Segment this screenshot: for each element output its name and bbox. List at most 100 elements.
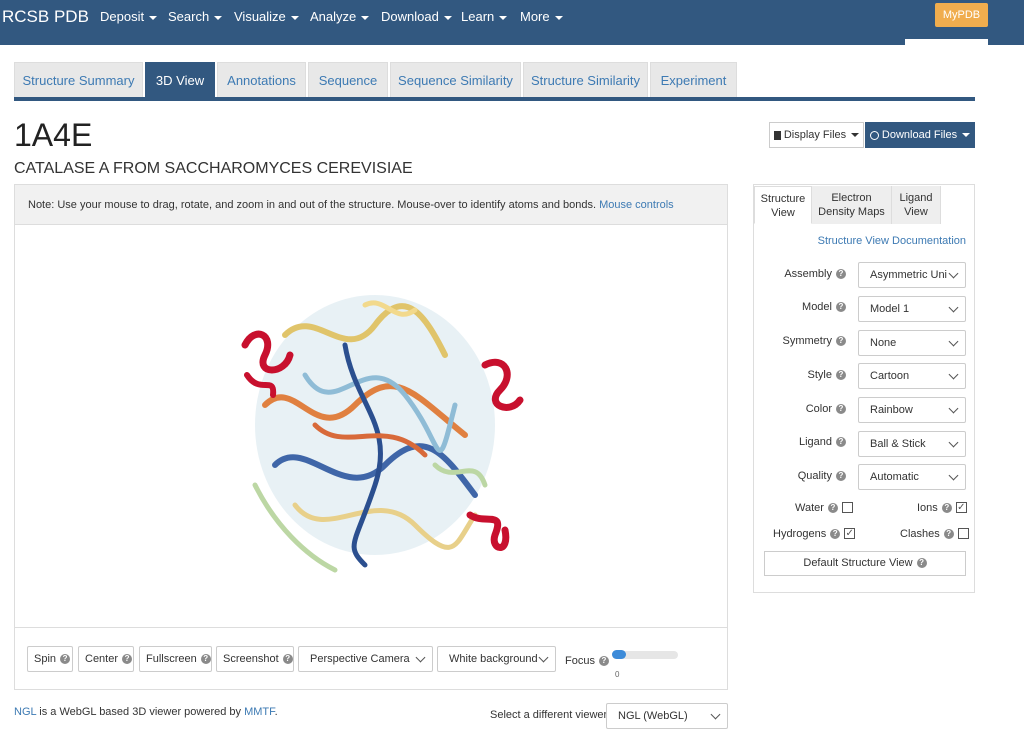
spin-button[interactable]: Spin? [27,646,73,672]
help-icon: ? [836,269,846,280]
tab-structure-summary[interactable]: Structure Summary [14,62,143,97]
tab-3d-view[interactable]: 3D View [145,62,215,97]
style-select[interactable]: Cartoon [858,363,966,389]
help-icon: ? [598,656,609,667]
display-files-button[interactable]: Display Files [769,122,864,148]
fullscreen-button[interactable]: Fullscreen? [139,646,212,672]
help-icon: ? [836,471,846,482]
help-icon: ? [200,654,211,665]
model-select[interactable]: Model 1 [858,296,966,322]
clashes-toggle[interactable]: Clashes? [900,527,969,540]
ligand-label: Ligand? [754,436,846,448]
caret-down-icon [499,15,508,20]
help-icon: ? [916,558,927,569]
quality-label: Quality? [754,470,846,482]
focus-label: Focus? [565,655,609,667]
help-icon: ? [60,654,71,665]
background-select[interactable]: White background [437,646,556,672]
file-icon [773,130,781,140]
download-circle-icon [869,130,879,140]
help-icon: ? [836,404,846,415]
tab-sequence[interactable]: Sequence [308,62,388,97]
caret-down-icon [962,133,971,138]
help-icon: ? [941,503,952,514]
help-icon: ? [282,654,293,665]
help-icon: ? [836,302,846,313]
nav-download[interactable]: Download [381,9,452,24]
tab-underline [14,97,975,101]
ngl-link[interactable]: NGL [14,706,36,718]
chevron-down-icon [948,336,959,347]
structure-view-doc-link[interactable]: Structure View Documentation [818,235,966,247]
nav-search[interactable]: Search [168,9,223,24]
tab-annotations[interactable]: Annotations [217,62,306,97]
focus-slider-handle[interactable] [612,650,626,659]
symmetry-label: Symmetry? [754,335,846,347]
caret-down-icon [443,15,452,20]
assembly-select[interactable]: Asymmetric Uni [858,262,966,288]
water-toggle[interactable]: Water? [795,501,853,514]
tab-structure-view[interactable]: Structure View [754,186,812,224]
mmtf-link[interactable]: MMTF [244,706,275,718]
nav-learn[interactable]: Learn [461,9,508,24]
caret-down-icon [361,15,370,20]
chevron-down-icon [415,652,426,663]
top-navbar: RCSB PDB Deposit Search Visualize Analyz… [0,0,1024,34]
help-icon: ? [943,529,954,540]
screenshot-button[interactable]: Screenshot? [216,646,294,672]
nav-more[interactable]: More [520,9,563,24]
nav-bar-left [0,39,905,45]
hydrogens-checkbox[interactable]: ✓ [844,527,856,539]
brand-logo[interactable]: RCSB PDB [2,7,89,27]
viewer-controls: Spin? Center? Fullscreen? Screenshot? Pe… [15,627,727,689]
nav-deposit[interactable]: Deposit [100,9,158,24]
default-structure-view-button[interactable]: Default Structure View? [764,551,966,576]
footnote-end: . [274,706,278,718]
tab-sequence-similarity[interactable]: Sequence Similarity [390,62,521,97]
caret-down-icon [554,15,563,20]
ions-toggle[interactable]: Ions? ✓ [917,501,967,514]
center-button[interactable]: Center? [78,646,134,672]
chevron-down-icon [948,470,959,481]
tab-structure-similarity[interactable]: Structure Similarity [523,62,648,97]
caret-down-icon [214,15,223,20]
viewer-select[interactable]: NGL (WebGL) [606,703,728,729]
chevron-down-icon [948,437,959,448]
color-select[interactable]: Rainbow [858,397,966,423]
ions-checkbox[interactable]: ✓ [955,501,967,513]
nav-analyze[interactable]: Analyze [310,9,370,24]
nav-visualize[interactable]: Visualize [234,9,299,24]
chevron-down-icon [948,268,959,279]
chevron-down-icon [948,302,959,313]
color-label: Color? [754,403,846,415]
water-checkbox[interactable] [841,501,853,513]
footnote-text: is a WebGL based 3D viewer powered by [36,706,245,718]
tab-electron-density-maps[interactable]: Electron Density Maps [812,186,892,224]
ligand-select[interactable]: Ball & Stick [858,431,966,457]
select-viewer-label: Select a different viewer [490,709,608,721]
caret-down-icon [290,15,299,20]
hydrogens-toggle[interactable]: Hydrogens? ✓ [773,527,856,540]
protein-structure-image [241,295,524,573]
focus-value: 0 [615,670,620,679]
focus-slider[interactable] [612,650,678,659]
download-files-button[interactable]: Download Files [865,122,975,148]
assembly-label: Assembly? [754,268,846,280]
clashes-checkbox[interactable] [957,527,969,539]
chevron-down-icon [948,403,959,414]
mypdb-button[interactable]: MyPDB [935,3,988,27]
camera-select[interactable]: Perspective Camera [298,646,433,672]
entry-title: CATALASE A FROM SACCHAROMYCES CEREVISIAE [14,160,413,177]
tab-experiment[interactable]: Experiment [650,62,737,97]
chevron-down-icon [538,652,549,663]
chevron-down-icon [710,709,721,720]
quality-select[interactable]: Automatic [858,464,966,490]
nav-bar-right [988,39,1024,45]
help-icon: ? [827,503,838,514]
tab-ligand-view[interactable]: Ligand View [892,186,941,224]
structure-canvas[interactable] [15,225,727,627]
style-label: Style? [754,369,846,381]
symmetry-select[interactable]: None [858,330,966,356]
note-text: Note: Use your mouse to drag, rotate, an… [28,199,597,211]
caret-down-icon [851,133,860,138]
